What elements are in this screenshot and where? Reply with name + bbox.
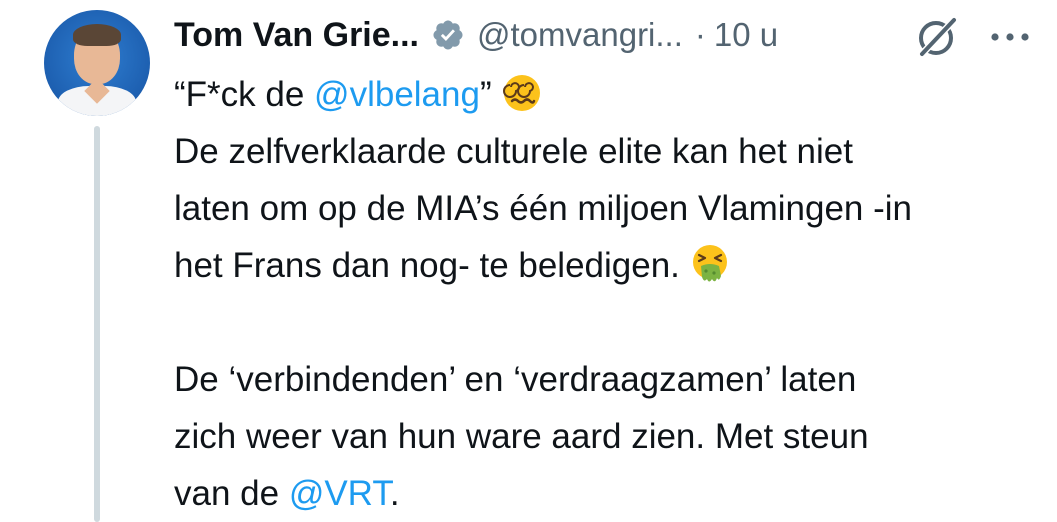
tweet-line-3: laten om op de MIA’s één miljoen Vlaming…	[174, 189, 912, 228]
tweet[interactable]: Tom Van Grie... @tomvangri... · 10 u “F*…	[0, 0, 1057, 522]
author-name[interactable]: Tom Van Grie...	[174, 16, 419, 55]
mention-vlbelang[interactable]: @vlbelang	[314, 75, 480, 114]
quote-start-text: “F*ck de	[174, 75, 315, 114]
line-7-pre-text: van de	[174, 474, 289, 513]
vomiting-face-emoji	[690, 244, 730, 284]
tweet-header: Tom Van Grie... @tomvangri... · 10 u	[174, 12, 778, 58]
timestamp[interactable]: 10 u	[714, 16, 778, 54]
tweet-line-5: De ‘verbindenden’ en ‘verdraagzamen’ lat…	[174, 360, 857, 399]
tweet-line-6: zich weer van hun ware aard zien. Met st…	[174, 417, 869, 456]
tweet-line-2: De zelfverklaarde culturele elite kan he…	[174, 132, 853, 171]
avatar[interactable]	[44, 10, 150, 116]
tweet-line-4-text: het Frans dan nog- te beledigen.	[174, 246, 680, 285]
line-7-post-text: .	[389, 474, 400, 513]
author-handle[interactable]: @tomvangri...	[477, 16, 683, 54]
thread-line	[94, 126, 100, 522]
grok-icon[interactable]	[914, 14, 960, 60]
quote-end-text: ”	[479, 75, 492, 114]
tweet-line-1: “F*ck de @vlbelang”	[174, 66, 1034, 123]
verified-badge-icon[interactable]	[431, 18, 465, 52]
mention-vrt[interactable]: @VRT	[289, 474, 390, 513]
avatar-hair	[73, 24, 121, 46]
tweet-line-7: van de @VRT.	[174, 465, 1034, 522]
separator-dot: ·	[694, 16, 706, 53]
more-options-icon[interactable]	[988, 22, 1032, 52]
tweet-text: “F*ck de @vlbelang” De zelfverklaarde cu…	[174, 66, 1034, 522]
woozy-dizzy-face-emoji	[502, 73, 542, 113]
tweet-line-4: het Frans dan nog- te beledigen.	[174, 237, 1034, 294]
